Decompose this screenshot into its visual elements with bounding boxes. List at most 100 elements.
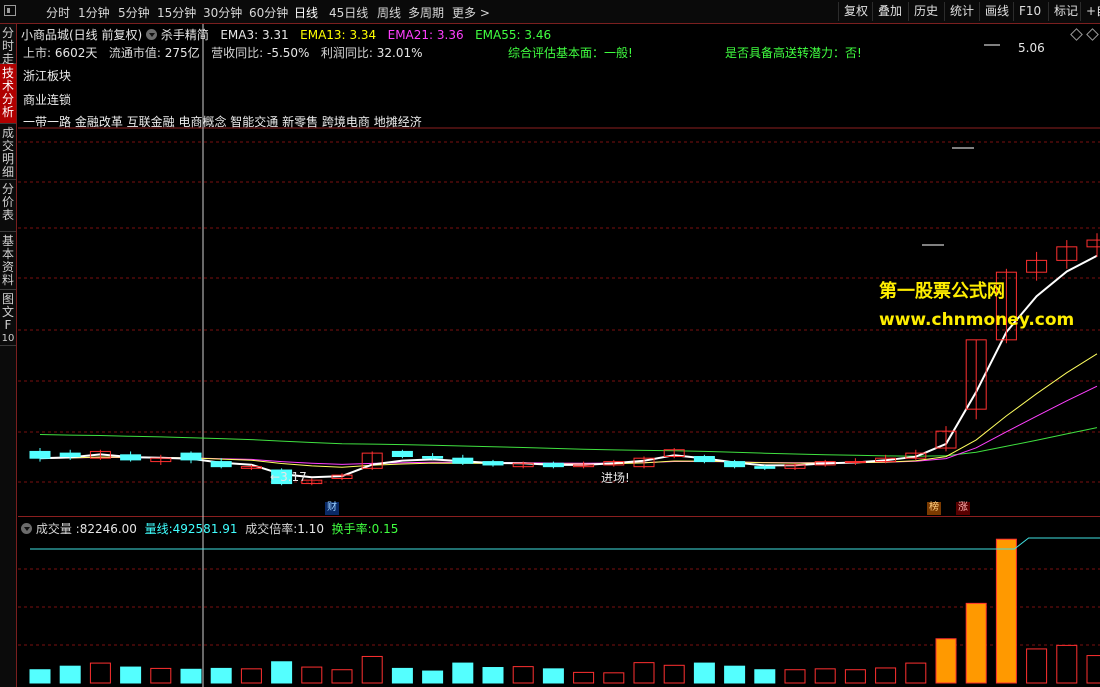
- ema21-label: EMA21:: [387, 28, 434, 42]
- volume-bar: [693, 662, 715, 684]
- ratio-value: 1.10: [297, 522, 324, 536]
- formula-dropdown-icon[interactable]: [146, 29, 158, 40]
- volume-bar: [784, 669, 806, 684]
- volume-bar: [603, 672, 625, 684]
- sector-industry[interactable]: 商业连锁: [23, 91, 71, 108]
- period-tab[interactable]: 分时: [46, 4, 70, 21]
- side-tab[interactable]: 分时走势: [0, 24, 16, 79]
- entry-signal-text: 进场!: [601, 471, 630, 485]
- volume-chart[interactable]: [18, 517, 1100, 687]
- period-toolbar: 分时 1分钟 5分钟 15分钟 30分钟 60分钟 日线 45日线 周线 多周期 更多 > 复权叠…: [0, 0, 1100, 24]
- candle-body: [754, 466, 776, 469]
- mcap-label: 流通市值:: [108, 46, 161, 60]
- volume-bar: [1056, 644, 1078, 684]
- side-tab-char: 10: [1, 333, 15, 344]
- side-tab[interactable]: 成交明细: [0, 124, 16, 180]
- revenue-value: -5.50%: [266, 46, 310, 60]
- volume-bar: [210, 667, 232, 684]
- ema3-label: EMA3:: [220, 28, 259, 42]
- sector-concepts[interactable]: 一带一路 金融改革 互联金融 电商概念 智能交通 新零售 跨境电商 地摊经济: [23, 113, 422, 130]
- volume-label: 成交量 :: [35, 522, 80, 536]
- volume-bar: [935, 638, 957, 684]
- period-tab[interactable]: 30分钟: [203, 4, 242, 21]
- ema55-label: EMA55:: [475, 28, 521, 42]
- high-price-label: 5.06: [1018, 41, 1045, 55]
- volume-bar: [754, 669, 776, 684]
- volume-bar: [361, 655, 383, 684]
- volume-bar: [905, 662, 927, 684]
- period-tab[interactable]: 多周期: [408, 4, 444, 21]
- price-panel[interactable]: 小商品城(日线 前复权) 杀手精简 EMA3: 3.31 EMA13: 3.34…: [18, 24, 1100, 517]
- period-tab[interactable]: 60分钟: [249, 4, 288, 21]
- volume-bar: [391, 667, 413, 684]
- mcap-value: 275亿: [164, 46, 200, 60]
- candle-body: [59, 452, 81, 458]
- candle-body: [1086, 239, 1100, 248]
- volume-bar: [965, 602, 987, 684]
- volume-bar: [331, 669, 353, 684]
- watermark-title: 第一股票公式网: [879, 281, 1005, 302]
- toolbar-button[interactable]: 统计: [944, 2, 979, 21]
- toolbar-button[interactable]: +自: [1080, 2, 1100, 21]
- candle-body: [120, 454, 142, 461]
- liang-label: 量线:: [144, 522, 173, 536]
- side-tab[interactable]: 技术分析: [0, 64, 16, 124]
- candle-body: [482, 461, 504, 466]
- turnover-value: 0.15: [371, 522, 399, 536]
- transfer-potential-text: 是否具备高送转潜力：否!: [725, 46, 862, 60]
- toolbar-button[interactable]: 画线: [979, 2, 1014, 21]
- volume-panel[interactable]: 成交量 :82246.00 量线:492581.91 成交倍率:1.10 换手率…: [18, 517, 1100, 687]
- ranking-tag[interactable]: 榜: [927, 502, 941, 515]
- profit-label: 利润同比:: [320, 46, 373, 60]
- low-price-value: 3.17: [280, 470, 307, 484]
- ema13-label: EMA13:: [300, 28, 346, 42]
- toolbar-button[interactable]: 标记: [1048, 2, 1083, 21]
- candlestick-chart[interactable]: [18, 24, 1100, 517]
- period-tab[interactable]: 5分钟: [118, 4, 150, 21]
- toolbar-button[interactable]: F10: [1013, 2, 1046, 21]
- volume-bar: [29, 669, 51, 684]
- candle-body: [724, 461, 746, 468]
- side-tab[interactable]: 基本资料: [0, 232, 16, 290]
- volume-bar: [1026, 648, 1048, 684]
- volume-bar: [663, 664, 685, 684]
- volume-dropdown-icon[interactable]: [21, 523, 32, 534]
- toolbar-button[interactable]: 复权: [838, 2, 873, 21]
- limit-up-tag[interactable]: 涨: [956, 502, 970, 515]
- side-tab-char: 表: [1, 208, 14, 222]
- menu-toggle-icon[interactable]: [4, 5, 16, 16]
- candle-body: [693, 456, 715, 463]
- side-tab-char: 析: [1, 105, 14, 119]
- period-tab[interactable]: 1分钟: [78, 4, 110, 21]
- candle-body: [210, 461, 232, 468]
- period-tab[interactable]: 15分钟: [157, 4, 196, 21]
- volume-bar: [542, 668, 564, 684]
- more-periods-button[interactable]: 更多 >: [452, 4, 490, 21]
- candle-body: [180, 452, 202, 461]
- period-tab[interactable]: 45日线: [329, 4, 368, 21]
- price-header: 小商品城(日线 前复权) 杀手精简 EMA3: 3.31 EMA13: 3.34…: [21, 26, 551, 43]
- period-tab[interactable]: 周线: [377, 4, 401, 21]
- ema13-value: 3.34: [349, 28, 377, 42]
- sector-region[interactable]: 浙江板块: [23, 67, 71, 84]
- stock-title: 小商品城(日线 前复权): [21, 28, 143, 42]
- side-tab[interactable]: 图文 F 10: [0, 290, 16, 346]
- volume-bar: [875, 667, 897, 684]
- side-tab-char: F: [4, 318, 12, 332]
- ema55-value: 3.46: [524, 28, 552, 42]
- toolbar-button[interactable]: 叠加: [872, 2, 907, 21]
- candle-body: [29, 450, 51, 459]
- side-tab-char: 细: [1, 165, 14, 179]
- candle-body: [452, 457, 474, 464]
- formula-name[interactable]: 杀手精简: [161, 28, 209, 42]
- financial-report-tag[interactable]: 财: [325, 502, 339, 515]
- turnover-label: 换手率:: [331, 522, 372, 536]
- period-tab[interactable]: 日线: [294, 4, 318, 21]
- volume-bar: [633, 662, 655, 684]
- candle-body: [542, 462, 564, 468]
- side-tab[interactable]: 分价表: [0, 180, 16, 232]
- listed-value: 6602天: [54, 46, 98, 60]
- volume-bar: [422, 670, 444, 684]
- rating-text: 综合评估基本面：一般!: [508, 46, 633, 60]
- toolbar-button[interactable]: 历史: [908, 2, 943, 21]
